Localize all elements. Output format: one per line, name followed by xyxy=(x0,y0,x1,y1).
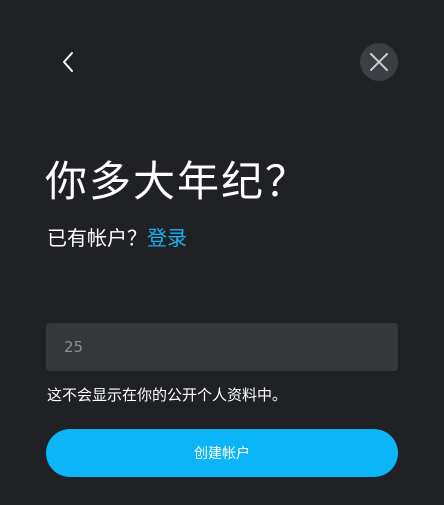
login-prompt-text: 已有帐户？ xyxy=(47,226,147,250)
login-link[interactable]: 登录 xyxy=(147,226,187,250)
signup-age-screen: 你多大年纪？ 已有帐户？登录 这不会显示在你的公开个人资料中。 创建帐户 xyxy=(0,0,444,505)
chevron-left-icon xyxy=(63,52,73,72)
age-input[interactable] xyxy=(46,323,398,371)
privacy-helper-text: 这不会显示在你的公开个人资料中。 xyxy=(47,386,288,404)
close-button[interactable] xyxy=(360,43,398,81)
create-account-button[interactable]: 创建帐户 xyxy=(46,429,398,477)
back-button[interactable] xyxy=(50,44,86,80)
close-icon xyxy=(370,53,388,71)
page-title: 你多大年纪？ xyxy=(45,157,310,206)
login-prompt: 已有帐户？登录 xyxy=(47,224,187,252)
